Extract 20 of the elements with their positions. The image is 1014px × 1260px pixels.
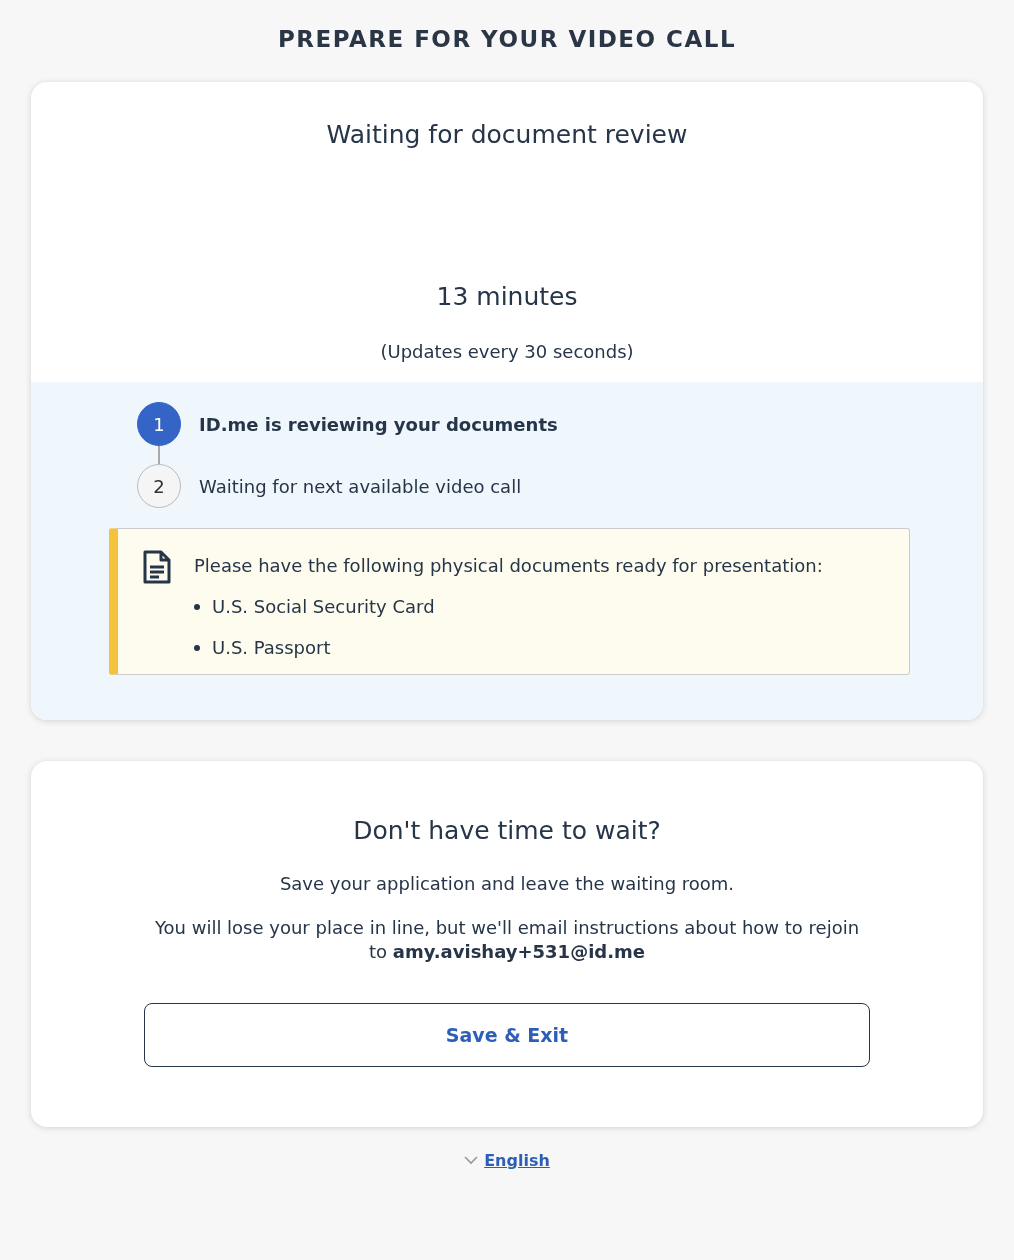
document-item: U.S. Passport [212, 637, 331, 658]
document-icon [142, 549, 172, 585]
status-title: Waiting for document review [325, 120, 689, 149]
bullet-icon [194, 603, 200, 610]
step-label: Waiting for next available video call [199, 475, 522, 497]
language-link[interactable]: English [484, 1150, 550, 1170]
step-label: ID.me is reviewing your documents [199, 413, 558, 435]
bullet-icon [194, 644, 200, 651]
chevron-down-icon[interactable] [464, 1155, 479, 1165]
notice-text: Please have the following physical documents ready for presentation: [194, 555, 823, 576]
exit-text: Save your application and leave the waiting room. [278, 873, 736, 894]
update-note: (Updates every 30 seconds) [379, 341, 635, 362]
wait-time: 13 minutes [435, 282, 579, 311]
document-item: U.S. Social Security Card [212, 596, 435, 617]
save-exit-button[interactable]: Save & Exit [144, 1002, 870, 1067]
exit-title: Don't have time to wait? [352, 816, 662, 845]
page-title: PREPARE FOR YOUR VIDEO CALL [276, 26, 738, 52]
exit-detail: You will lose your place in line, but we'll email instructions about how to rejoin to amy.avishay+531@id.me [153, 916, 861, 965]
step-number: 2 [137, 464, 181, 508]
step-number: 1 [137, 402, 181, 446]
